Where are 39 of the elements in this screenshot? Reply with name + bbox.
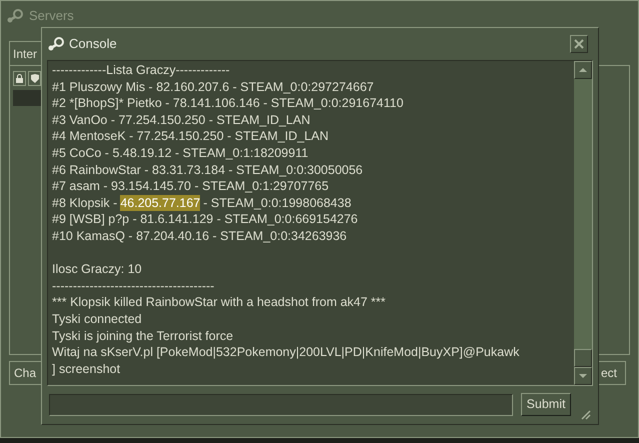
close-icon	[574, 39, 584, 49]
console-line: *** Klopsik killed RainbowStar with a headshot from ak47 ***	[52, 294, 386, 311]
console-line: #3 VanOo - 77.254.150.250 - STEAM_ID_LAN	[52, 112, 310, 128]
console-line: Ilosc Graczy: 10	[52, 261, 142, 278]
scrollbar[interactable]	[574, 61, 592, 385]
console-line: #8 Klopsik -	[52, 194, 118, 212]
console-line: ---------------------------------------	[52, 278, 214, 294]
command-input[interactable]	[49, 394, 513, 416]
right-button[interactable]: ect	[598, 361, 626, 385]
console-line: #4 MentoseK - 77.254.150.250 - STEAM_ID_LAN	[52, 128, 329, 145]
console-line: #5 CoCo - 5.48.19.12 - STEAM_0:1:18209911	[52, 144, 308, 162]
console-line: Tyski connected	[52, 310, 142, 328]
console-line: #2 *[BhopS]* Pietko - 78.141.106.146 - STEAM_0:0:291674110	[52, 95, 404, 112]
console-line: #1 Pluszowy Mis - 82.160.207.6 - STEAM_0:0:297274667	[52, 78, 374, 96]
console-line: #9 [WSB] p?p - 81.6.141.129 - STEAM_0:0:669154276	[52, 211, 358, 228]
console-line: Tyski is joining the Terrorist force	[52, 328, 234, 344]
column-header[interactable]	[13, 71, 26, 86]
app-logo-icon	[48, 37, 64, 51]
console-line: - STEAM_0:0:1998068438	[203, 194, 352, 212]
window-title: Servers	[29, 7, 74, 26]
console-line: #7 asam - 93.154.145.70 - STEAM_0:1:29707765	[52, 178, 329, 195]
window-title: Console	[69, 35, 117, 54]
scroll-up-button[interactable]	[574, 61, 592, 79]
scroll-thumb[interactable]	[574, 349, 592, 367]
column-header[interactable]	[28, 71, 41, 86]
console-line: #6 RainbowStar - 83.31.73.184 - STEAM_0:0:30050056	[52, 162, 363, 178]
resize-grip-icon	[579, 408, 591, 420]
selected-text: 46.205.77.167	[120, 194, 200, 212]
scroll-down-button[interactable]	[574, 367, 592, 385]
console-line: -------------Lista Graczy-------------	[52, 62, 230, 79]
console-line: Witaj na sKserV.pl [PokeMod|532Pokemony|200LVL|PD|KnifeMod|BuyXP]@Pukawk	[52, 344, 520, 361]
lock-icon	[16, 74, 23, 83]
close-button[interactable]	[570, 35, 588, 53]
submit-button[interactable]: Submit	[521, 393, 571, 416]
triangle-down-icon	[579, 374, 587, 378]
triangle-up-icon	[579, 68, 587, 72]
console-line: #10 KamasQ - 87.204.40.16 - STEAM_0:0:34263936	[52, 228, 347, 245]
shield-icon	[30, 74, 38, 83]
app-logo-icon	[7, 9, 23, 23]
